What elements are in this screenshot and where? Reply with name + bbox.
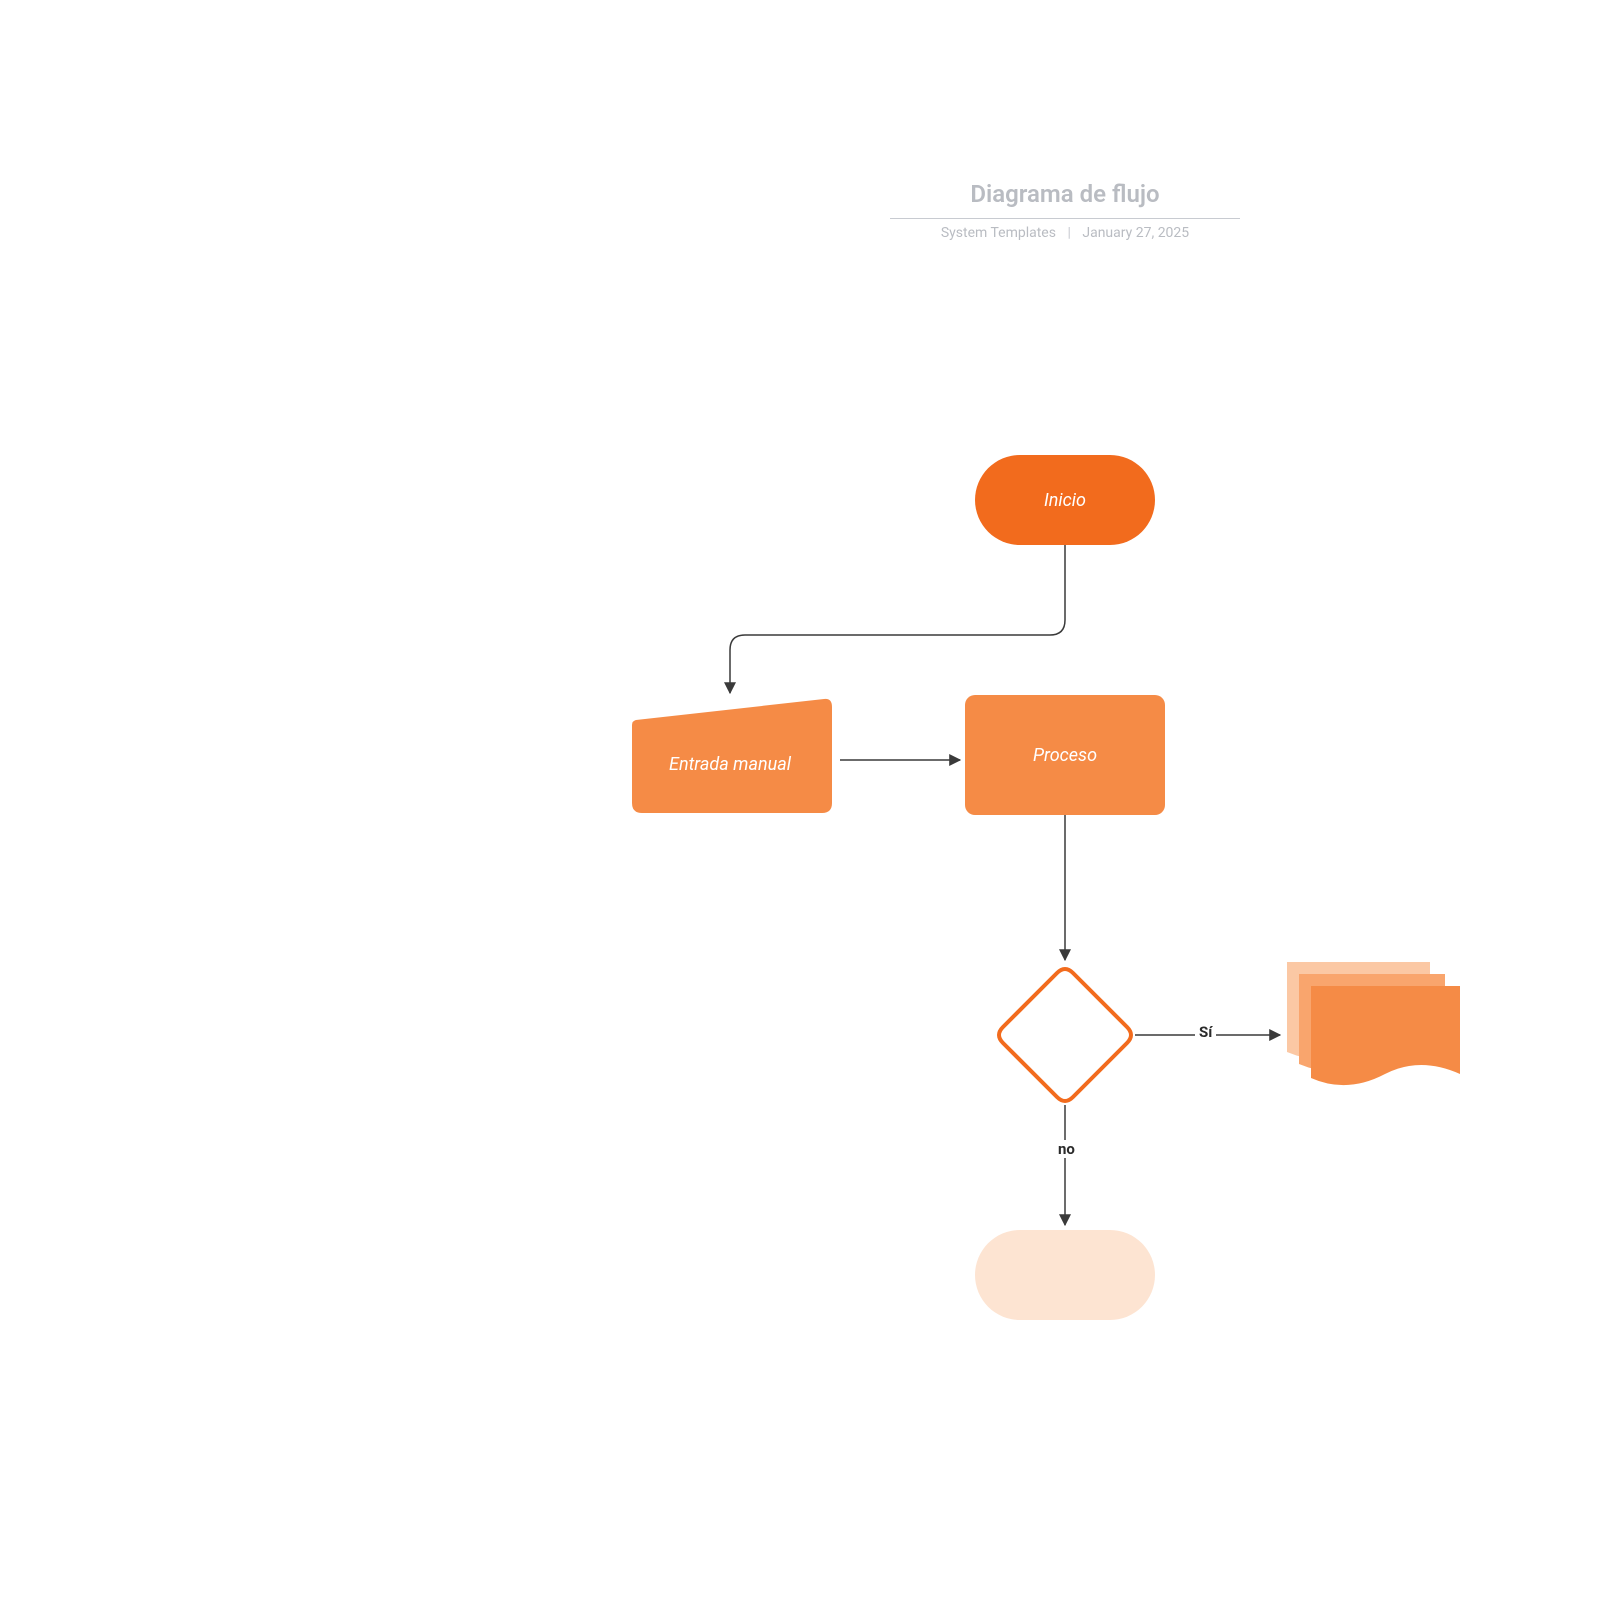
header-divider xyxy=(890,218,1240,219)
node-process-label: Proceso xyxy=(1033,745,1097,766)
node-decision[interactable] xyxy=(995,965,1135,1105)
node-manual-input-label: Entrada manual xyxy=(620,695,840,815)
multi-document-shape-icon xyxy=(1285,960,1460,1100)
node-process[interactable]: Proceso xyxy=(965,695,1165,815)
diagram-date: January 27, 2025 xyxy=(1082,225,1189,241)
decision-shape-icon xyxy=(995,965,1135,1105)
subtitle-separator: | xyxy=(1067,225,1070,241)
diagram-title: Diagrama de flujo xyxy=(890,180,1240,214)
node-start-label: Inicio xyxy=(1044,490,1086,511)
diagram-header: Diagrama de flujo System Templates | Jan… xyxy=(890,180,1240,241)
diagram-author: System Templates xyxy=(941,225,1056,241)
node-multi-document[interactable] xyxy=(1285,960,1460,1100)
edge-label-no: no xyxy=(1054,1140,1079,1158)
diagram-subtitle: System Templates | January 27, 2025 xyxy=(890,225,1240,241)
node-manual-input[interactable]: Entrada manual xyxy=(620,695,840,815)
edge-start-to-manual xyxy=(730,545,1065,693)
node-start[interactable]: Inicio xyxy=(975,455,1155,545)
edge-label-yes: Sí xyxy=(1195,1023,1216,1041)
diagram-canvas: Diagrama de flujo System Templates | Jan… xyxy=(0,0,1600,1600)
node-end[interactable] xyxy=(975,1230,1155,1320)
